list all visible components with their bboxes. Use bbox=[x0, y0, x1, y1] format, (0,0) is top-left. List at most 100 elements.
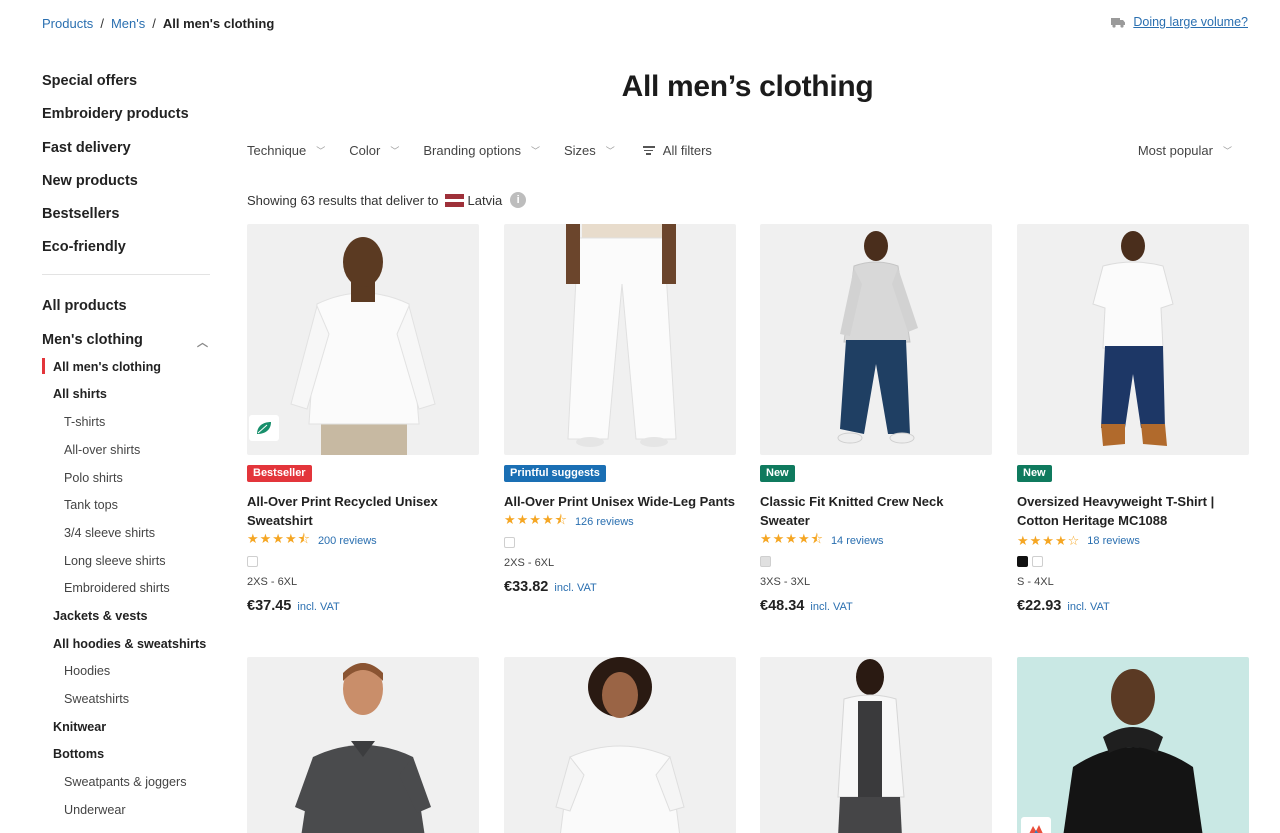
reviews-link[interactable]: 126 reviews bbox=[575, 516, 634, 528]
sidebar-subcategory-list: All men's clothing All shirts T-shirts All-… bbox=[42, 357, 212, 829]
sidebar-subitem[interactable]: Sweatshirts bbox=[42, 690, 212, 718]
product-name[interactable]: All-Over Print Unisex Wide-Leg Pants bbox=[504, 492, 736, 511]
product-card[interactable]: New Classic Fit Knitted Crew Neck Sweate… bbox=[760, 224, 992, 614]
color-swatches bbox=[760, 556, 992, 568]
sidebar-item-bestsellers[interactable]: Bestsellers bbox=[42, 203, 212, 236]
breadcrumb-mens[interactable]: Men's bbox=[111, 16, 145, 31]
bestseller-badge: Bestseller bbox=[247, 465, 312, 482]
sidebar-subitem[interactable]: Embroidered shirts bbox=[42, 579, 212, 607]
sidebar-item-new-products[interactable]: New products bbox=[42, 170, 212, 203]
product-card[interactable]: New Oversized Heavyweight T-Shirt | Cott… bbox=[1017, 224, 1249, 614]
product-card[interactable]: Bestseller All-Over Print Recycled Unise… bbox=[247, 224, 479, 614]
sidebar-subitem[interactable]: Long sleeve shirts bbox=[42, 552, 212, 580]
star-rating-icon: ★★★★⯪ bbox=[247, 531, 311, 546]
color-swatches bbox=[247, 556, 479, 568]
sidebar-subitem[interactable]: Polo shirts bbox=[42, 469, 212, 497]
sidebar-item-all-products[interactable]: All products bbox=[42, 297, 212, 331]
sort-dropdown[interactable]: Most popular ﹀ bbox=[1138, 143, 1232, 158]
sidebar-item-special-offers[interactable]: Special offers bbox=[42, 70, 212, 103]
chevron-down-icon: ﹀ bbox=[390, 146, 400, 156]
product-card[interactable] bbox=[1017, 657, 1249, 833]
sidebar: Special offers Embroidery products Fast … bbox=[42, 70, 212, 828]
info-icon[interactable]: i bbox=[510, 192, 527, 208]
color-swatch[interactable] bbox=[1032, 556, 1043, 567]
vat-label: incl. VAT bbox=[810, 601, 853, 613]
sidebar-item-fast-delivery[interactable]: Fast delivery bbox=[42, 137, 212, 170]
brand-logo-icon bbox=[1021, 817, 1051, 833]
breadcrumb-separator: / bbox=[100, 16, 104, 31]
breadcrumb-products[interactable]: Products bbox=[42, 16, 93, 31]
chevron-down-icon: ﹀ bbox=[316, 146, 326, 156]
sidebar-subitem[interactable]: Underwear bbox=[42, 801, 212, 829]
reviews-link[interactable]: 14 reviews bbox=[831, 535, 884, 547]
reviews-link[interactable]: 18 reviews bbox=[1087, 535, 1140, 547]
color-swatch[interactable] bbox=[760, 556, 771, 567]
vat-label: incl. VAT bbox=[1067, 601, 1110, 613]
sidebar-subitem[interactable]: T-shirts bbox=[42, 413, 212, 441]
product-rating: ★★★★⯪ 126 reviews bbox=[504, 512, 736, 531]
product-card[interactable] bbox=[760, 657, 992, 833]
all-filters-button[interactable]: All filters bbox=[642, 143, 712, 158]
product-price: €37.45 incl. VAT bbox=[247, 598, 479, 614]
product-image[interactable] bbox=[760, 224, 992, 455]
sidebar-item-embroidery[interactable]: Embroidery products bbox=[42, 103, 212, 136]
large-volume-link[interactable]: Doing large volume? bbox=[1110, 15, 1248, 29]
breadcrumb: Products / Men's / All men's clothing bbox=[42, 16, 274, 31]
size-range: 2XS - 6XL bbox=[247, 576, 298, 588]
sidebar-subitem[interactable]: Tank tops bbox=[42, 496, 212, 524]
color-swatch[interactable] bbox=[247, 556, 258, 567]
product-name[interactable]: All-Over Print Recycled Unisex Sweatshir… bbox=[247, 492, 479, 530]
filter-label: Color bbox=[349, 143, 381, 158]
price-value: €33.82 bbox=[504, 579, 549, 595]
sidebar-item-mens-clothing[interactable]: Men's clothing ︿ bbox=[42, 331, 212, 358]
product-image[interactable] bbox=[1017, 224, 1249, 455]
reviews-link[interactable]: 200 reviews bbox=[318, 535, 377, 547]
product-name[interactable]: Classic Fit Knitted Crew Neck Sweater bbox=[760, 492, 992, 530]
product-image[interactable] bbox=[504, 657, 736, 833]
sidebar-subitem[interactable]: 3/4 sleeve shirts bbox=[42, 524, 212, 552]
color-swatch[interactable] bbox=[1017, 556, 1028, 567]
product-rating: ★★★★⯪ 14 reviews bbox=[760, 531, 992, 550]
sidebar-subitem[interactable]: Jackets & vests bbox=[42, 607, 212, 635]
sidebar-subitem[interactable]: Knitwear bbox=[42, 718, 212, 746]
sidebar-divider bbox=[42, 273, 210, 275]
large-volume-label: Doing large volume? bbox=[1133, 15, 1248, 29]
latvia-flag-icon bbox=[444, 193, 464, 207]
filter-color[interactable]: Color ﹀ bbox=[349, 143, 399, 158]
sidebar-subitem[interactable]: All shirts bbox=[42, 385, 212, 413]
sidebar-subitem[interactable]: Sweatpants & joggers bbox=[42, 773, 212, 801]
filter-label: All filters bbox=[662, 143, 712, 158]
size-range: 3XS - 3XL bbox=[760, 576, 811, 588]
star-rating-icon: ★★★★☆ bbox=[1017, 533, 1081, 548]
star-rating-icon: ★★★★⯪ bbox=[760, 531, 824, 546]
filter-branding[interactable]: Branding options ﹀ bbox=[423, 143, 540, 158]
breadcrumb-separator: / bbox=[152, 16, 156, 31]
chevron-up-icon[interactable]: ︿ bbox=[197, 334, 208, 352]
filter-technique[interactable]: Technique ﹀ bbox=[247, 143, 325, 158]
filter-label: Branding options bbox=[423, 143, 521, 158]
product-image[interactable] bbox=[1017, 657, 1249, 833]
sidebar-subitem[interactable]: All men's clothing bbox=[42, 357, 212, 386]
results-text: Showing 63 results that deliver to bbox=[247, 192, 439, 208]
sidebar-subitem[interactable]: All hoodies & sweatshirts bbox=[42, 635, 212, 663]
product-image[interactable] bbox=[504, 224, 736, 455]
price-value: €37.45 bbox=[247, 598, 292, 614]
color-swatch[interactable] bbox=[504, 537, 515, 548]
product-card[interactable] bbox=[504, 657, 736, 833]
results-country[interactable]: Latvia bbox=[468, 193, 503, 208]
size-range: S - 4XL bbox=[1017, 576, 1054, 588]
product-name[interactable]: Oversized Heavyweight T-Shirt | Cotton H… bbox=[1017, 492, 1249, 530]
sidebar-subitem[interactable]: Hoodies bbox=[42, 662, 212, 690]
sort-label: Most popular bbox=[1137, 143, 1213, 158]
product-card[interactable]: Printful suggests All-Over Print Unisex … bbox=[504, 224, 736, 595]
product-card[interactable] bbox=[247, 657, 479, 833]
sidebar-subitem[interactable]: All-over shirts bbox=[42, 441, 212, 469]
product-image[interactable] bbox=[760, 657, 992, 833]
product-image[interactable] bbox=[247, 657, 479, 833]
sidebar-item-eco-friendly[interactable]: Eco-friendly bbox=[42, 236, 212, 269]
star-rating-icon: ★★★★⯪ bbox=[504, 512, 568, 527]
chevron-down-icon: ﹀ bbox=[605, 146, 615, 156]
product-image[interactable] bbox=[247, 224, 479, 455]
sidebar-subitem[interactable]: Bottoms bbox=[42, 745, 212, 773]
filter-sizes[interactable]: Sizes ﹀ bbox=[564, 143, 615, 158]
